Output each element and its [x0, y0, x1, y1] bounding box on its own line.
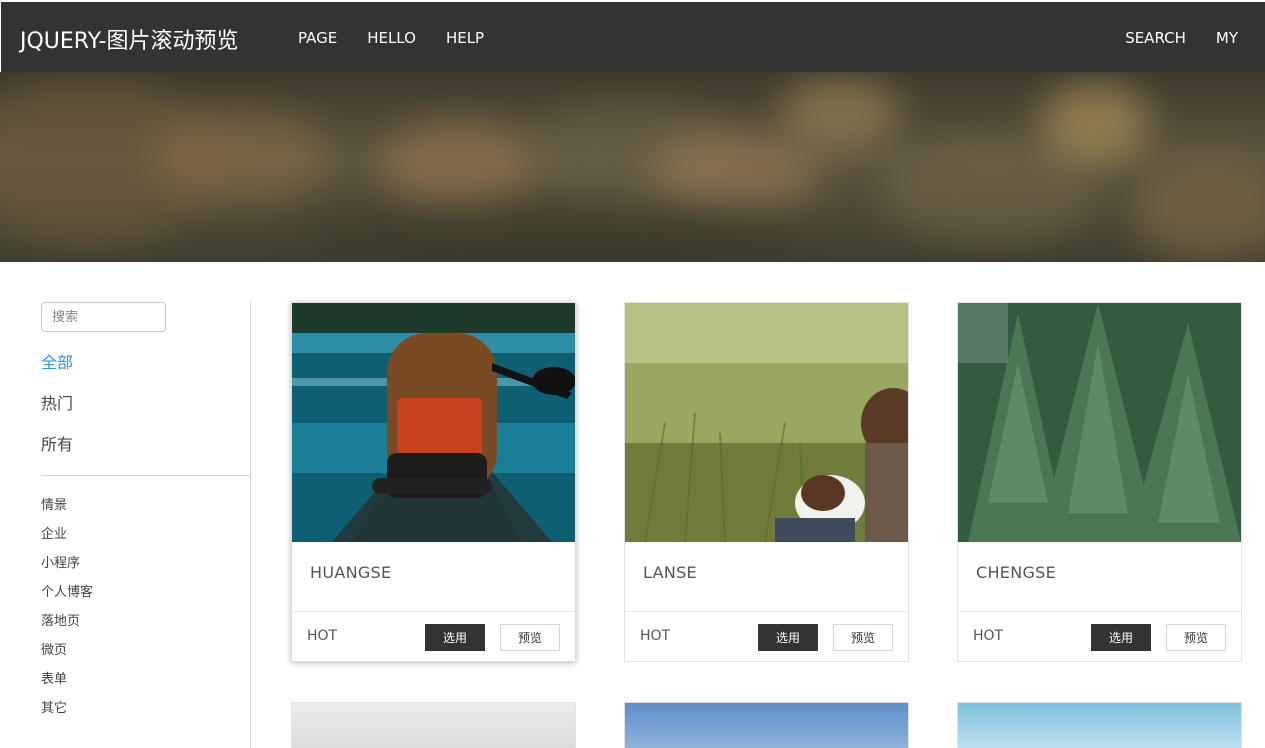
- subcategory-miniprogram[interactable]: 小程序: [41, 555, 93, 584]
- top-navbar: JQUERY-图片滚动预览 PAGE HELLO HELP SEARCH MY: [0, 0, 1265, 72]
- nav-left-group: PAGE HELLO HELP: [298, 29, 484, 47]
- template-card[interactable]: CHENGSE HOT 选用 预览: [957, 302, 1242, 662]
- preview-button[interactable]: 预览: [833, 624, 893, 651]
- card-image-canoe[interactable]: [292, 303, 575, 542]
- subcategory-enterprise[interactable]: 企业: [41, 526, 93, 555]
- subcategory-other[interactable]: 其它: [41, 700, 93, 729]
- card-image-grass-dog[interactable]: [625, 303, 908, 542]
- card-title: HUANGSE: [310, 563, 392, 582]
- preview-button[interactable]: 预览: [500, 624, 560, 651]
- template-card-partial[interactable]: [291, 702, 576, 748]
- card-footer: HOT 选用 预览: [958, 611, 1241, 662]
- card-footer: HOT 选用 预览: [625, 611, 908, 662]
- template-card-partial[interactable]: [957, 702, 1242, 748]
- card-title: CHENGSE: [976, 563, 1057, 582]
- nav-link-help[interactable]: HELP: [446, 29, 484, 47]
- preview-button[interactable]: 预览: [1166, 624, 1226, 651]
- card-tag: HOT: [307, 628, 338, 644]
- template-card-partial[interactable]: [624, 702, 909, 748]
- card-tag: HOT: [640, 628, 671, 644]
- choose-button[interactable]: 选用: [758, 624, 818, 651]
- nav-link-my[interactable]: MY: [1216, 29, 1238, 47]
- category-all[interactable]: 全部: [41, 352, 73, 393]
- choose-button[interactable]: 选用: [1091, 624, 1151, 651]
- sidebar: 全部 热门 所有 情景 企业 小程序 个人博客 落地页 微页 表单 其它: [0, 302, 251, 748]
- subcategory-scene[interactable]: 情景: [41, 497, 93, 526]
- category-every[interactable]: 所有: [41, 434, 73, 475]
- card-image-pine[interactable]: [958, 303, 1241, 542]
- hero-banner: [0, 72, 1265, 262]
- card-tag: HOT: [973, 628, 1004, 644]
- subcategory-personal-blog[interactable]: 个人博客: [41, 584, 93, 613]
- nav-link-hello[interactable]: HELLO: [367, 29, 416, 47]
- nav-right-group: SEARCH MY: [1125, 29, 1238, 47]
- template-card[interactable]: LANSE HOT 选用 预览: [624, 302, 909, 662]
- sidebar-divider: [41, 475, 250, 476]
- category-hot[interactable]: 热门: [41, 393, 73, 434]
- subcategory-micro-page[interactable]: 微页: [41, 642, 93, 671]
- nav-link-search[interactable]: SEARCH: [1125, 29, 1186, 47]
- subcategory-form[interactable]: 表单: [41, 671, 93, 700]
- search-input[interactable]: [41, 302, 166, 332]
- card-title: LANSE: [643, 563, 697, 582]
- main-category-list: 全部 热门 所有: [41, 352, 73, 475]
- card-footer: HOT 选用 预览: [292, 611, 575, 662]
- choose-button[interactable]: 选用: [425, 624, 485, 651]
- brand-title[interactable]: JQUERY-图片滚动预览: [20, 23, 238, 55]
- subcategory-landing-page[interactable]: 落地页: [41, 613, 93, 642]
- template-card[interactable]: HUANGSE HOT 选用 预览: [291, 302, 576, 662]
- sub-category-list: 情景 企业 小程序 个人博客 落地页 微页 表单 其它: [41, 497, 93, 729]
- nav-link-page[interactable]: PAGE: [298, 29, 337, 47]
